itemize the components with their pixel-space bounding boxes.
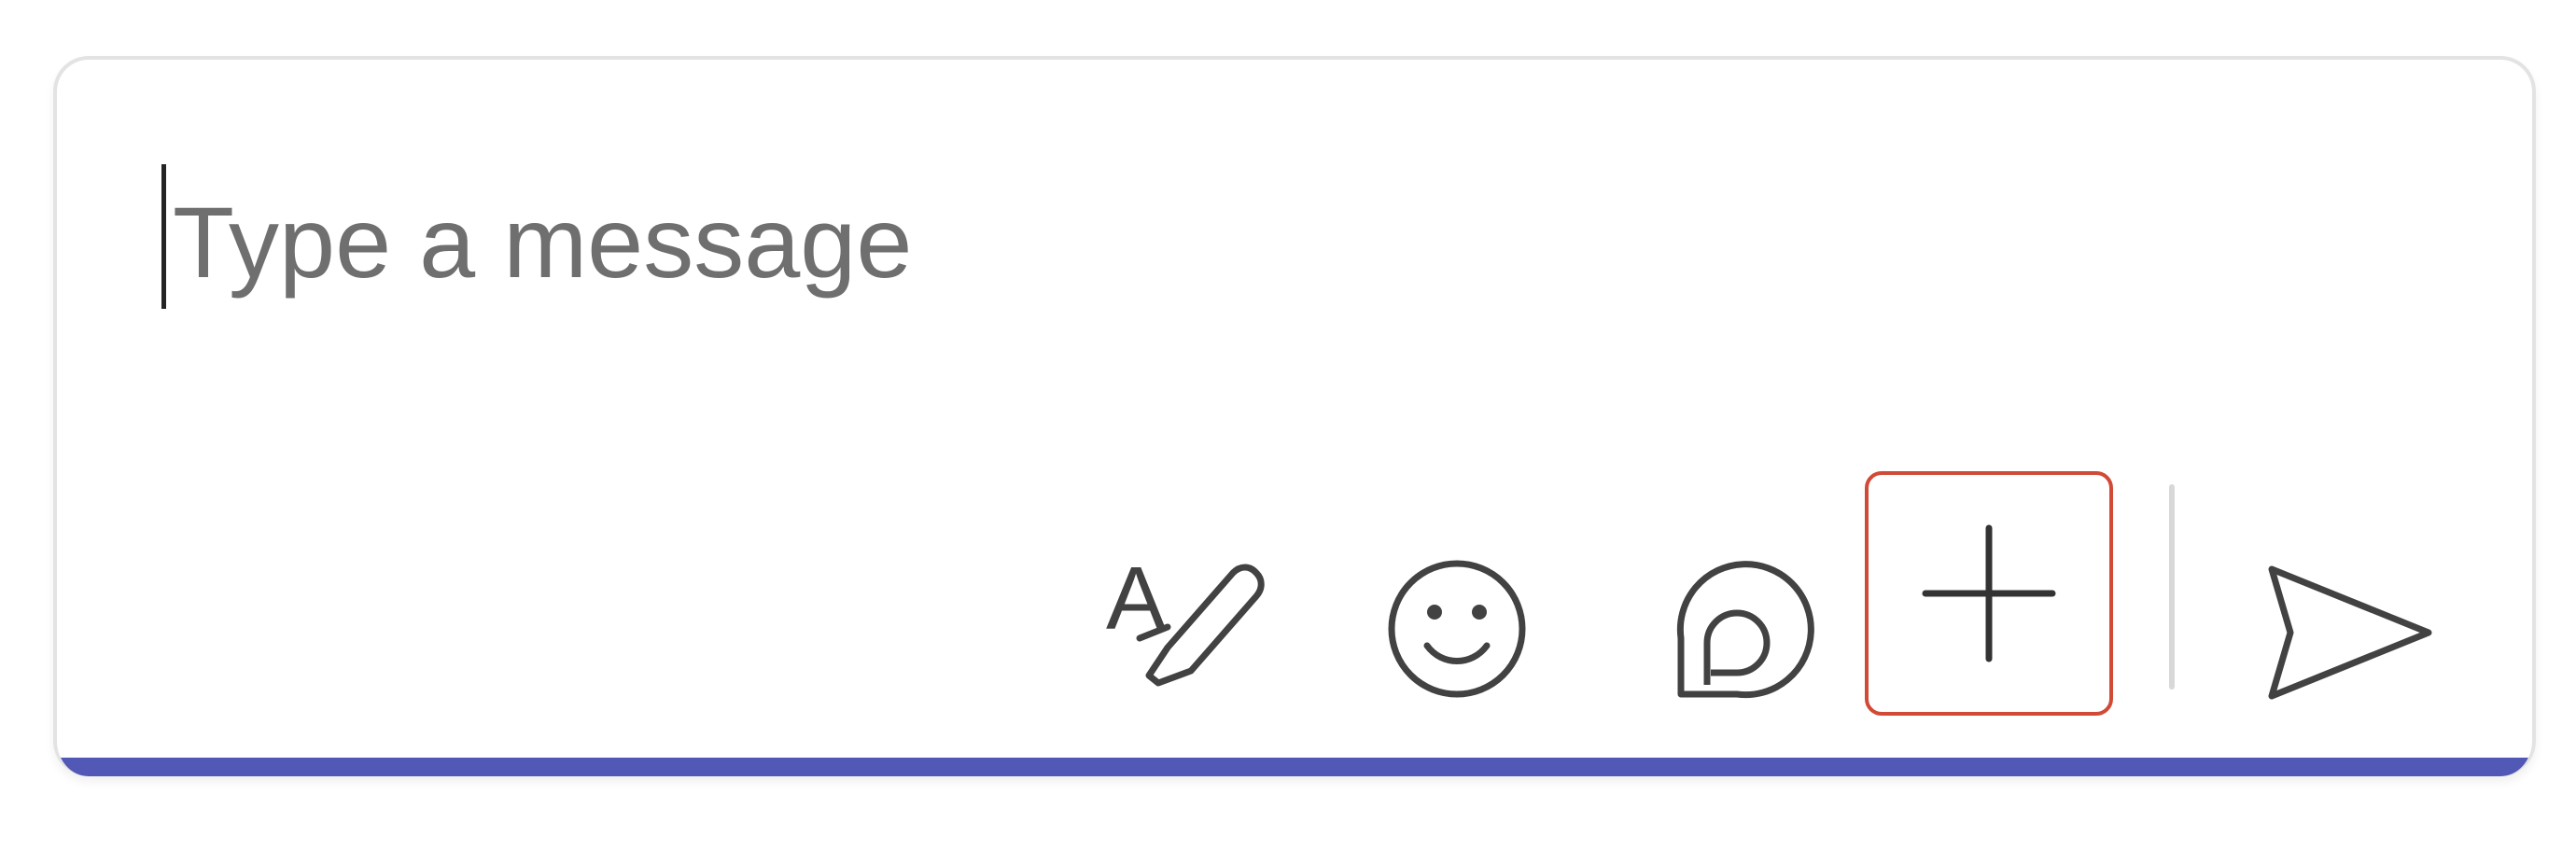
text-caret [161,164,166,309]
send-arrow-icon [2268,565,2432,700]
loop-component-icon [1676,561,1814,699]
add-button[interactable] [1865,471,2113,716]
format-pen-icon: A [1106,549,1265,687]
message-composer: A [53,56,2536,776]
composer-focus-underline [57,758,2532,776]
loop-button[interactable] [1634,508,1821,750]
message-input[interactable] [160,172,2226,312]
plus-icon [1922,524,2056,662]
send-button[interactable] [2246,508,2451,750]
format-button[interactable]: A [1093,508,1280,750]
toolbar-divider [2169,484,2175,690]
emoji-button[interactable] [1364,508,1550,750]
emoji-smile-icon [1388,560,1526,698]
